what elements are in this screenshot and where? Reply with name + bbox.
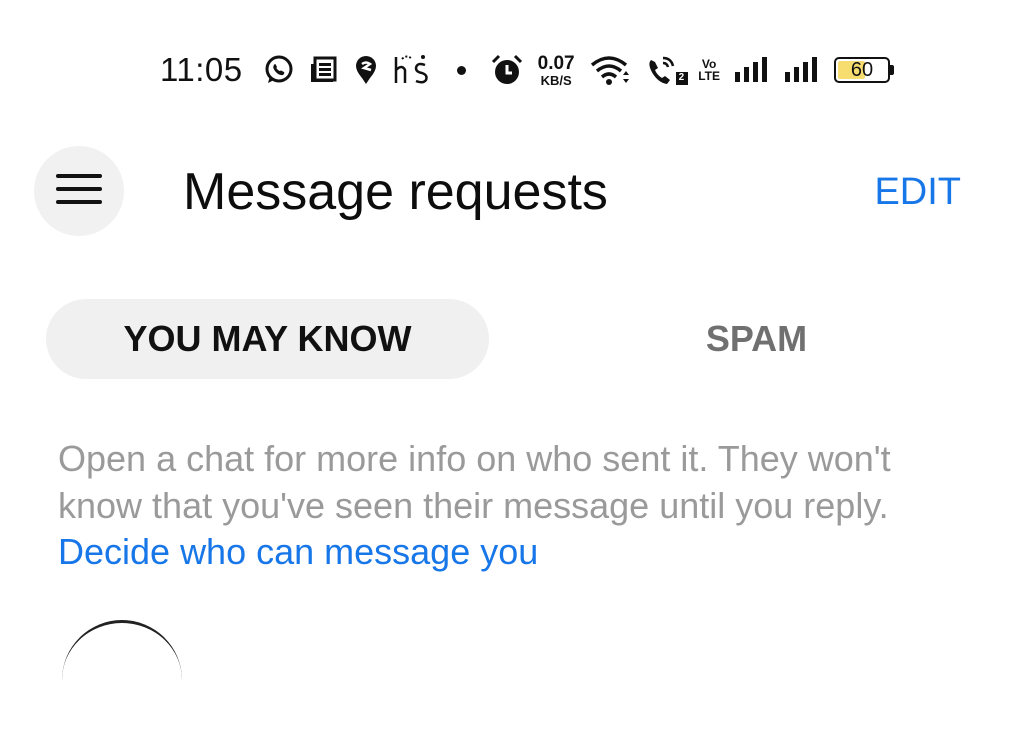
battery-indicator: 60 — [833, 57, 894, 83]
wifi-icon — [589, 54, 631, 86]
volte-indicator: Vo LTE — [698, 58, 720, 82]
notification-icon — [393, 53, 433, 87]
signal-icon-sim1 — [734, 56, 770, 84]
news-icon — [309, 55, 339, 85]
network-speed-unit: KB/S — [540, 72, 572, 88]
hamburger-menu-icon — [55, 172, 103, 211]
status-time: 11:05 — [160, 51, 243, 88]
volte-bottom: LTE — [698, 69, 720, 83]
menu-button[interactable] — [34, 146, 124, 236]
network-speed-value: 0.07 — [537, 52, 575, 74]
battery-icon: 60 — [833, 57, 890, 83]
status-bar: 11:05 0.07 KB/S 2 Vo LTE 60 — [160, 48, 960, 92]
battery-tip — [889, 65, 894, 75]
decide-who-can-message-link[interactable]: Decide who can message you — [58, 531, 538, 572]
whatsapp-icon — [263, 54, 295, 86]
info-text: Open a chat for more info on who sent it… — [58, 436, 958, 576]
avatar[interactable] — [62, 620, 182, 740]
swiggy-icon — [353, 54, 379, 86]
alarm-icon — [490, 53, 524, 87]
wifi-calling-icon: 2 — [645, 54, 688, 86]
network-speed: 0.07 KB/S — [538, 54, 575, 87]
separator-dot — [456, 65, 466, 75]
battery-level: 60 — [850, 58, 874, 81]
signal-icon-sim2 — [784, 56, 820, 84]
page-title: Message requests — [183, 163, 608, 221]
tab-spam[interactable]: SPAM — [535, 299, 978, 379]
info-body: Open a chat for more info on who sent it… — [58, 438, 891, 526]
tab-you-may-know[interactable]: YOU MAY KNOW — [46, 299, 489, 379]
edit-button[interactable]: EDIT — [874, 170, 961, 214]
sim2-label: 2 — [678, 71, 685, 83]
